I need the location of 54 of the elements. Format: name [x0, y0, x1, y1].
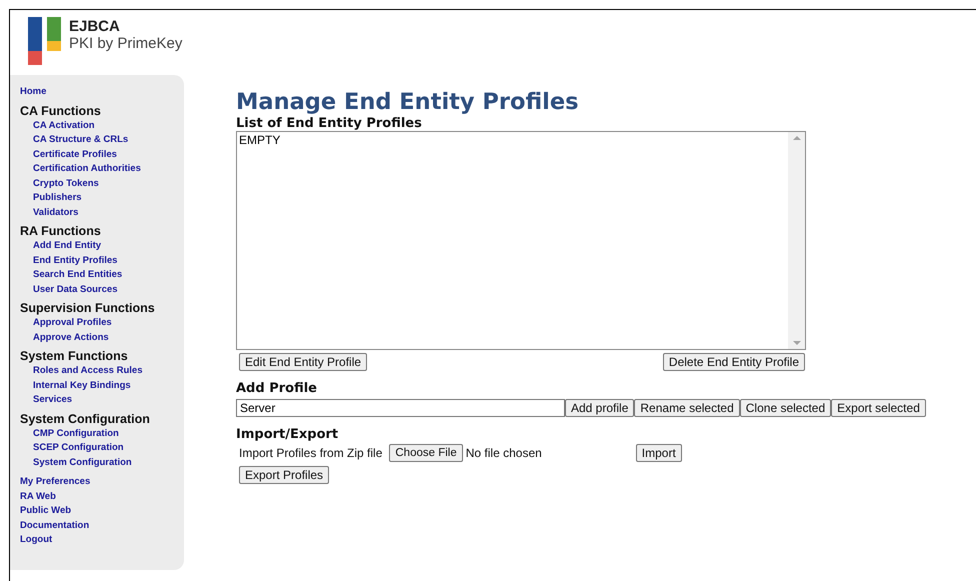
field-label: Import Profiles from Zip file — [239, 446, 382, 460]
nav-link[interactable]: CA Structure & CRLs — [33, 133, 128, 148]
nav-link[interactable]: User Data Sources — [33, 282, 118, 297]
nav-section-heading: CA Functions — [20, 104, 101, 118]
page-title: Manage End Entity Profiles — [236, 88, 578, 117]
nav-link[interactable]: Search End Entities — [33, 268, 122, 282]
nav-link[interactable]: Roles and Access Rules — [33, 364, 142, 378]
nav-link[interactable]: CMP Configuration — [33, 426, 119, 441]
button[interactable]: Edit End Entity Profile — [239, 353, 368, 371]
logo-name: EJBCA — [69, 18, 121, 35]
nav-link[interactable]: SCEP Configuration — [33, 441, 124, 456]
scroll-down-icon[interactable] — [792, 341, 800, 345]
nav-link[interactable]: Certificate Profiles — [33, 148, 117, 162]
nav-link[interactable]: My Preferences — [20, 475, 90, 490]
nav-link[interactable]: Add End Entity — [33, 239, 102, 254]
nav-link[interactable]: Public Web — [20, 504, 72, 518]
nav-link[interactable]: CA Activation — [33, 118, 95, 133]
section-heading: Add Profile — [236, 382, 317, 396]
nav-link[interactable]: Internal Key Bindings — [33, 378, 131, 393]
nav-link[interactable]: Home — [20, 85, 46, 100]
nav-link[interactable]: RA Web — [20, 490, 56, 504]
section-heading: Import/Export — [236, 428, 338, 442]
logo-icon — [28, 17, 62, 65]
nav-link[interactable]: Validators — [33, 206, 78, 220]
export-button[interactable]: Export Profiles — [239, 466, 330, 484]
nav-section-heading: System Configuration — [20, 412, 150, 426]
nav-section-heading: RA Functions — [20, 224, 101, 239]
scrollbar[interactable] — [788, 132, 805, 349]
nav-link[interactable]: Logout — [20, 533, 52, 548]
button[interactable]: Clone selected — [740, 399, 832, 417]
nav-section-heading: Supervision Functions — [20, 301, 155, 316]
nav-link[interactable]: End Entity Profiles — [33, 254, 118, 268]
nav-link[interactable]: Certification Authorities — [33, 162, 141, 176]
nav-link[interactable]: Publishers — [33, 191, 82, 206]
profile-list[interactable]: EMPTY — [236, 131, 806, 350]
import-button[interactable]: Import — [636, 444, 682, 462]
button[interactable]: Add profile — [565, 399, 634, 417]
nav-link[interactable]: System Configuration — [33, 456, 132, 470]
nav-link[interactable]: Services — [33, 393, 72, 408]
scroll-up-icon[interactable] — [792, 136, 800, 140]
button[interactable]: Delete End Entity Profile — [662, 353, 805, 371]
nav-link[interactable]: Approval Profiles — [33, 316, 112, 330]
nav-link[interactable]: Approve Actions — [33, 330, 109, 345]
logo-tagline: PKI by PrimeKey — [69, 35, 182, 52]
nav-section-heading: System Functions — [20, 349, 128, 364]
button[interactable]: Export selected — [831, 399, 926, 417]
choose-file-button[interactable]: Choose File — [389, 444, 463, 462]
nav-link[interactable]: Crypto Tokens — [33, 176, 99, 191]
file-status: No file chosen — [466, 446, 542, 460]
button[interactable]: Rename selected — [634, 399, 740, 417]
profile-name-field[interactable]: Server — [236, 399, 565, 417]
nav-link[interactable]: Documentation — [20, 518, 90, 533]
section-heading: List of End Entity Profiles — [236, 117, 422, 131]
list-item[interactable]: EMPTY — [239, 133, 786, 147]
